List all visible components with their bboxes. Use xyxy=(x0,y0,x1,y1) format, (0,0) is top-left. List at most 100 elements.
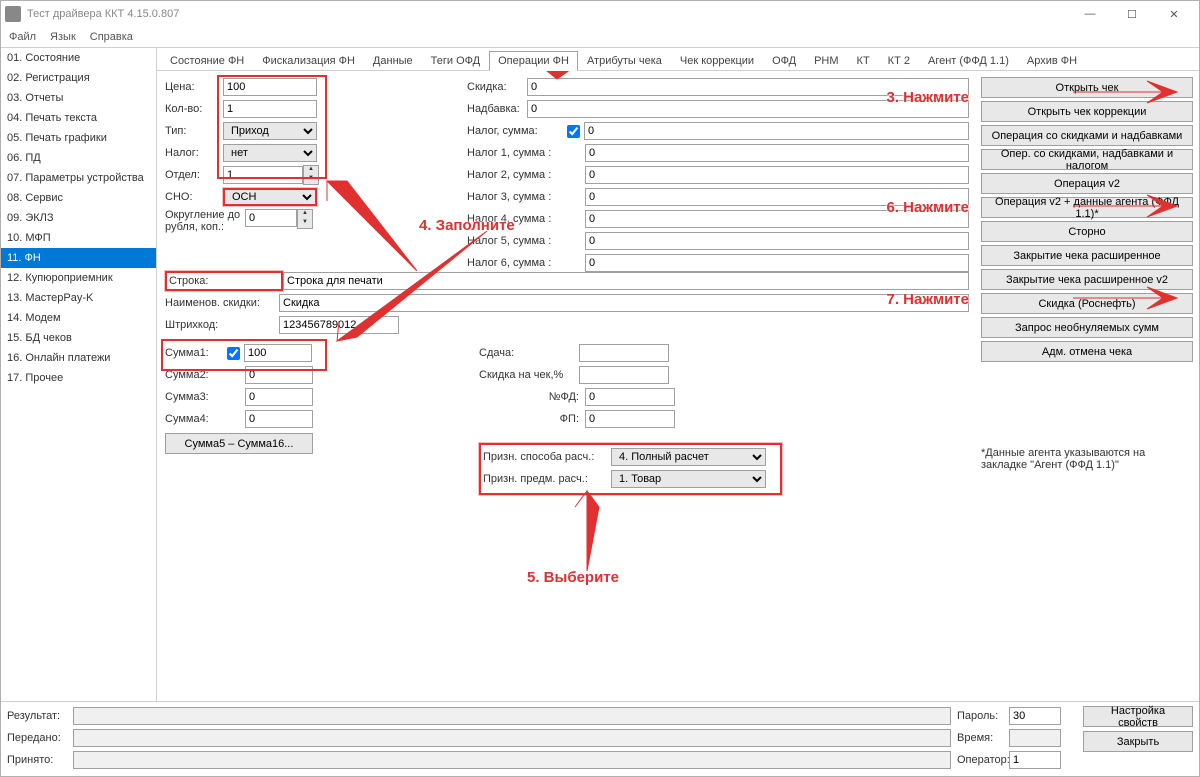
sidebar-item-7[interactable]: 08. Сервис xyxy=(1,188,156,208)
sidebar-item-2[interactable]: 03. Отчеты xyxy=(1,88,156,108)
qty-label: Кол-во: xyxy=(165,103,223,115)
highlight-box-left xyxy=(217,75,327,179)
close-app-button[interactable]: Закрыть xyxy=(1083,731,1193,752)
action-button-7[interactable]: Закрытие чека расширенное xyxy=(981,245,1193,266)
tax2-input[interactable] xyxy=(585,166,969,184)
recv-field xyxy=(73,751,951,769)
statusbar: Результат: Передано: Принято: Пароль: Вр… xyxy=(1,701,1199,776)
tax6-label: Налог 6, сумма : xyxy=(467,257,563,269)
oper-label: Оператор: xyxy=(957,754,1009,766)
sidebar-item-8[interactable]: 09. ЭКЛЗ xyxy=(1,208,156,228)
action-button-3[interactable]: Опер. со скидками, надбавками и налогом xyxy=(981,149,1193,170)
action-button-6[interactable]: Сторно xyxy=(981,221,1193,242)
tax1-input[interactable] xyxy=(585,144,969,162)
minimize-button[interactable]: — xyxy=(1069,1,1111,27)
sidebar-item-10[interactable]: 11. ФН xyxy=(1,248,156,268)
tax5-input[interactable] xyxy=(585,232,969,250)
taxsum-input[interactable] xyxy=(584,122,969,140)
tab-10[interactable]: КТ 2 xyxy=(879,51,919,70)
sno-select[interactable]: ОСН xyxy=(223,188,317,206)
taxsum-checkbox[interactable] xyxy=(567,125,580,138)
calcsubj-select[interactable]: 1. Товар xyxy=(611,470,766,488)
sidebar-item-4[interactable]: 05. Печать графики xyxy=(1,128,156,148)
tax1-label: Налог 1, сумма : xyxy=(467,147,563,159)
menu-file[interactable]: Файл xyxy=(9,31,36,43)
tab-4[interactable]: Операции ФН xyxy=(489,51,578,71)
sum4-label: Сумма4: xyxy=(165,413,223,425)
sidebar-item-15[interactable]: 16. Онлайн платежи xyxy=(1,348,156,368)
sidebar-item-14[interactable]: 15. БД чеков xyxy=(1,328,156,348)
tax6-input[interactable] xyxy=(585,254,969,272)
sidebar-item-16[interactable]: 17. Прочее xyxy=(1,368,156,388)
surcharge-input[interactable] xyxy=(527,100,969,118)
tax3-label: Налог 3, сумма : xyxy=(467,191,563,203)
sidebar-item-12[interactable]: 13. МастерPay-K xyxy=(1,288,156,308)
tax4-label: Налог 4, сумма : xyxy=(467,213,563,225)
tab-3[interactable]: Теги ОФД xyxy=(422,51,489,70)
calcmethod-select[interactable]: 4. Полный расчет xyxy=(611,448,766,466)
tab-6[interactable]: Чек коррекции xyxy=(671,51,763,70)
main-pane: Состояние ФНФискализация ФНДанныеТеги ОФ… xyxy=(157,48,1199,701)
settings-button[interactable]: Настройка свойств xyxy=(1083,706,1193,727)
round-input[interactable] xyxy=(245,209,297,227)
line-input[interactable] xyxy=(283,272,969,290)
fp-label: ФП: xyxy=(479,413,585,425)
tax3-input[interactable] xyxy=(585,188,969,206)
sidebar-item-13[interactable]: 14. Модем xyxy=(1,308,156,328)
discount-input[interactable] xyxy=(527,78,969,96)
action-button-4[interactable]: Операция v2 xyxy=(981,173,1193,194)
tax4-input[interactable] xyxy=(585,210,969,228)
perc-input[interactable] xyxy=(579,366,669,384)
tab-11[interactable]: Агент (ФФД 1.1) xyxy=(919,51,1018,70)
annot-5: 5. Выберите xyxy=(527,569,619,586)
action-button-0[interactable]: Открыть чек xyxy=(981,77,1193,98)
tab-8[interactable]: РНМ xyxy=(805,51,847,70)
tab-1[interactable]: Фискализация ФН xyxy=(253,51,364,70)
tab-9[interactable]: КТ xyxy=(848,51,879,70)
tab-7[interactable]: ОФД xyxy=(763,51,805,70)
menu-help[interactable]: Справка xyxy=(90,31,133,43)
result-field xyxy=(73,707,951,725)
pass-input[interactable] xyxy=(1009,707,1061,725)
time-label: Время: xyxy=(957,732,1009,744)
sum-more-button[interactable]: Сумма5 – Сумма16... xyxy=(165,433,313,454)
action-button-2[interactable]: Операция со скидками и надбавками xyxy=(981,125,1193,146)
sent-label: Передано: xyxy=(7,732,73,744)
tab-5[interactable]: Атрибуты чека xyxy=(578,51,671,70)
window-title: Тест драйвера ККТ 4.15.0.807 xyxy=(27,8,1069,20)
fd-input[interactable] xyxy=(585,388,675,406)
tab-2[interactable]: Данные xyxy=(364,51,422,70)
discname-input[interactable] xyxy=(279,294,969,312)
barcode-label: Штрихкод: xyxy=(165,319,279,331)
recv-label: Принято: xyxy=(7,754,73,766)
sidebar-item-0[interactable]: 01. Состояние xyxy=(1,48,156,68)
maximize-button[interactable]: ☐ xyxy=(1111,1,1153,27)
surcharge-label: Надбавка: xyxy=(467,103,527,115)
sidebar-item-1[interactable]: 02. Регистрация xyxy=(1,68,156,88)
sum4-input[interactable] xyxy=(245,410,313,428)
action-button-10[interactable]: Запрос необнуляемых сумм xyxy=(981,317,1193,338)
menu-lang[interactable]: Язык xyxy=(50,31,76,43)
action-button-9[interactable]: Скидка (Роснефть) xyxy=(981,293,1193,314)
type-label: Тип: xyxy=(165,125,223,137)
tab-0[interactable]: Состояние ФН xyxy=(161,51,253,70)
sidebar-item-5[interactable]: 06. ПД xyxy=(1,148,156,168)
sidebar-item-9[interactable]: 10. МФП xyxy=(1,228,156,248)
action-button-5[interactable]: Операция v2 + данные агента (ФФД 1.1)* xyxy=(981,197,1193,218)
fp-input[interactable] xyxy=(585,410,675,428)
change-input[interactable] xyxy=(579,344,669,362)
action-button-1[interactable]: Открыть чек коррекции xyxy=(981,101,1193,122)
change-label: Сдача: xyxy=(479,347,579,359)
action-button-8[interactable]: Закрытие чека расширенное v2 xyxy=(981,269,1193,290)
sum3-input[interactable] xyxy=(245,388,313,406)
tab-12[interactable]: Архив ФН xyxy=(1018,51,1086,70)
round-spinner[interactable]: ▲▼ xyxy=(297,209,313,229)
oper-input[interactable] xyxy=(1009,751,1061,769)
action-button-11[interactable]: Адм. отмена чека xyxy=(981,341,1193,362)
sidebar-item-6[interactable]: 07. Параметры устройства xyxy=(1,168,156,188)
sidebar-item-11[interactable]: 12. Купюроприемник xyxy=(1,268,156,288)
close-button[interactable]: ✕ xyxy=(1153,1,1195,27)
sidebar-item-3[interactable]: 04. Печать текста xyxy=(1,108,156,128)
app-icon xyxy=(5,6,21,22)
barcode-input[interactable] xyxy=(279,316,399,334)
